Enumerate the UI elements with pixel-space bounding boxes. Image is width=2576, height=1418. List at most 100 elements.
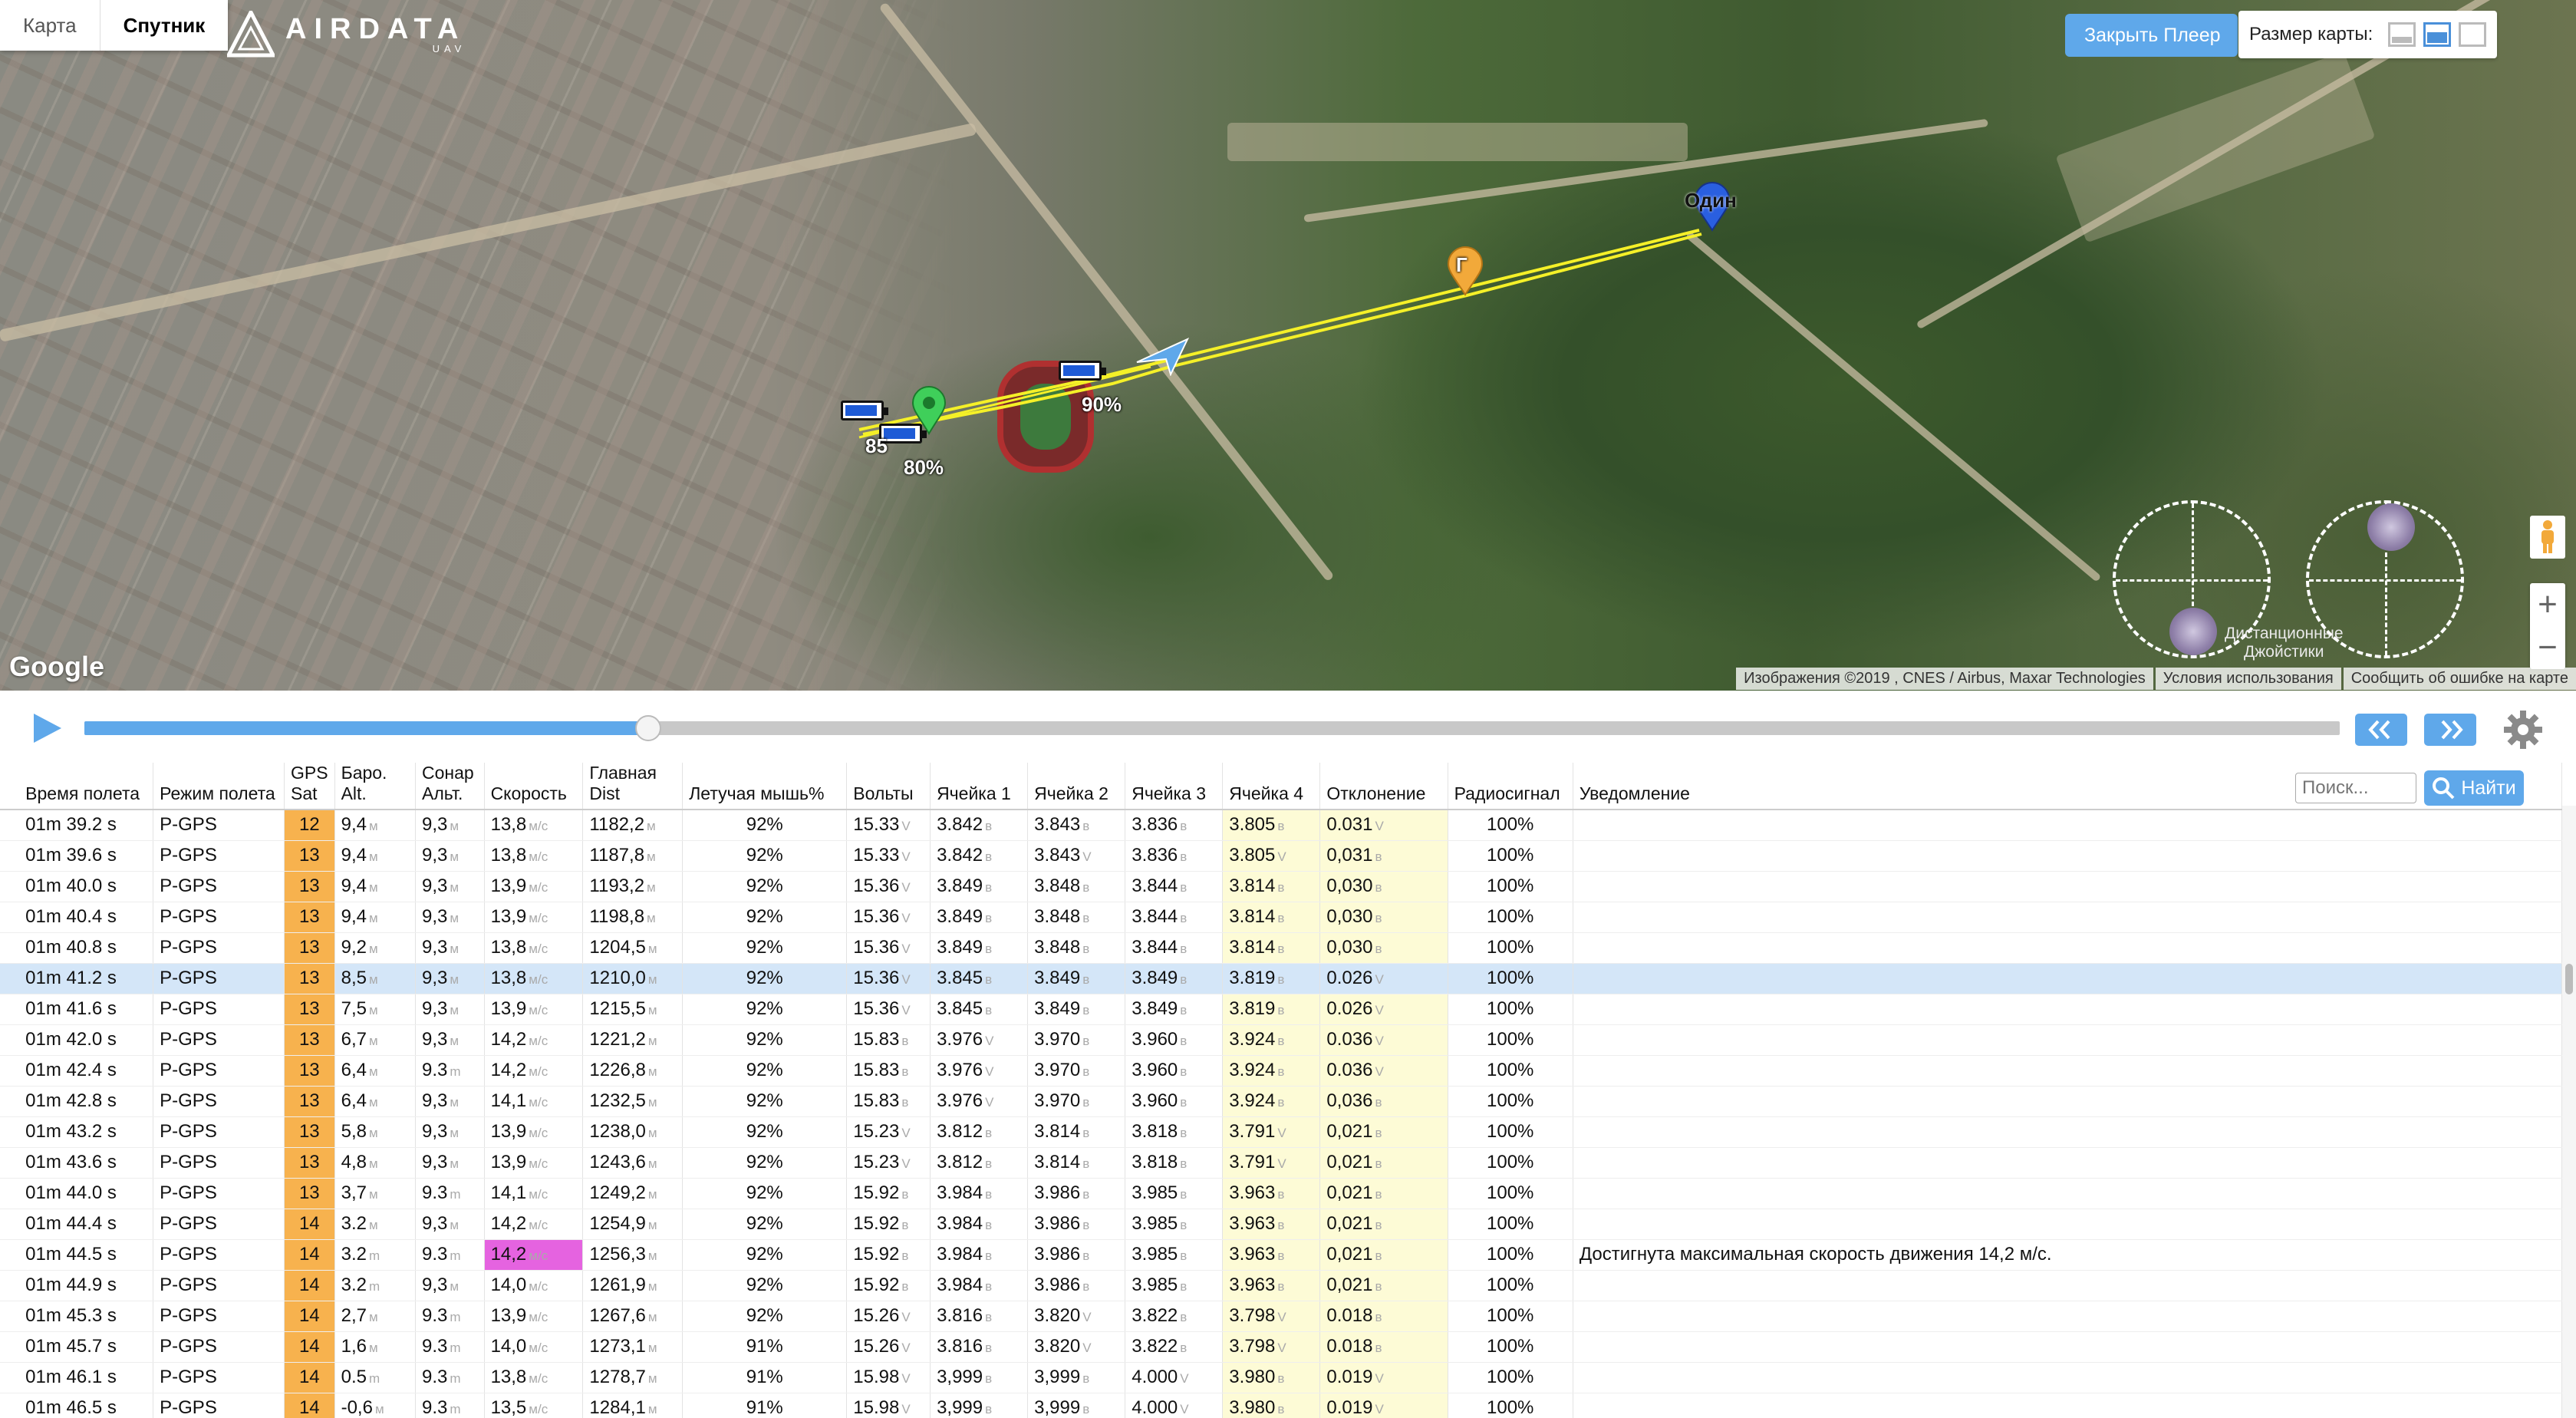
timeline-slider[interactable] [84, 715, 2340, 741]
cell-radio: 100% [1448, 1086, 1573, 1117]
map-type-satellite-button[interactable]: Спутник [99, 0, 229, 51]
table-row[interactable]: 01m 45.7 s P-GPS 14 1,6 м 9.3 m 14,0 м/с 1273,1 м 9… [0, 1331, 2562, 1363]
cell-dist: 1182,2 м [582, 810, 684, 841]
play-icon[interactable] [31, 712, 63, 744]
cell-time: 01m 40.8 s [19, 932, 154, 964]
gear-icon[interactable] [2502, 709, 2544, 750]
column-header-deviation[interactable]: Отклонение [1319, 763, 1448, 810]
cell-gps: 14 [284, 1331, 335, 1363]
map-size-small-icon[interactable] [2388, 22, 2416, 47]
table-row[interactable]: 01m 42.0 s P-GPS 13 6,7 м 9,3 м 14,2 м/с 1221,2 м 9… [0, 1024, 2562, 1056]
cell-dist: 1261,9 м [582, 1270, 684, 1301]
cell-volts: 15.92 в [846, 1270, 931, 1301]
column-header-cell3[interactable]: Ячейка 3 [1125, 763, 1224, 810]
cell-battery: 92% [682, 871, 848, 902]
logo-subtitle: UAV [432, 43, 466, 54]
table-scrollbar[interactable] [2562, 806, 2576, 1418]
report-error-link[interactable]: Сообщить об ошибке на карте [2343, 668, 2576, 690]
column-header-radio[interactable]: Радиосигнал [1448, 763, 1573, 810]
map-size-medium-icon[interactable] [2423, 22, 2452, 47]
table-row[interactable]: 01m 42.4 s P-GPS 13 6,4 м 9.3 m 14,2 м/с 1226,8 м 9… [0, 1055, 2562, 1087]
cell-baro: 3.2 m [334, 1239, 417, 1271]
table-row[interactable]: 01m 44.4 s P-GPS 14 3.2 м 9,3 м 14,2 м/с 1254,9 м 9… [0, 1209, 2562, 1240]
column-header-cell4[interactable]: Ячейка 4 [1222, 763, 1321, 810]
table-row[interactable]: 01m 40.8 s P-GPS 13 9,2 м 9,3 м 13,8 м/с 1204,5 м 9… [0, 932, 2562, 964]
column-header-dist[interactable]: Главная Dist [582, 763, 684, 810]
row-spacer [0, 1362, 20, 1393]
timeline-handle[interactable] [635, 715, 661, 741]
cell-speed: 14,1 м/с [484, 1178, 584, 1209]
cell-battery: 92% [682, 1178, 848, 1209]
search-input[interactable] [2295, 773, 2416, 803]
cell-baro: 5,8 м [334, 1116, 417, 1148]
close-player-button[interactable]: Закрыть Плеер [2065, 14, 2238, 57]
cell-baro: 7,5 м [334, 994, 417, 1025]
cell-deviation: 0,030 в [1319, 932, 1448, 964]
table-row[interactable]: 01m 39.6 s P-GPS 13 9,4 м 9,3 м 13,8 м/с 1187,8 м 9… [0, 840, 2562, 872]
cell-baro: 6,4 м [334, 1055, 417, 1087]
column-header-battery[interactable]: Летучая мышь% [682, 763, 848, 810]
table-row[interactable]: 01m 45.3 s P-GPS 14 2,7 м 9.3 m 13,9 м/с 1267,6 м 9… [0, 1301, 2562, 1332]
cell-cell1: 3.849 в [930, 902, 1029, 933]
column-header-sonar[interactable]: Сонар Альт. [415, 763, 485, 810]
table-row[interactable]: 01m 42.8 s P-GPS 13 6,4 м 9,3 м 14,1 м/с 1232,5 м 9… [0, 1086, 2562, 1117]
rewind-button[interactable] [2355, 714, 2407, 746]
column-header-cell2[interactable]: Ячейка 2 [1027, 763, 1126, 810]
zoom-in-button[interactable]: + [2530, 583, 2565, 626]
column-header-cell1[interactable]: Ячейка 1 [930, 763, 1029, 810]
cell-radio: 100% [1448, 1147, 1573, 1179]
cell-cell4: 3.980 в [1222, 1393, 1321, 1418]
cell-volts: 15.83 в [846, 1024, 931, 1056]
table-row[interactable]: 01m 44.5 s P-GPS 14 3.2 m 9.3 m 14,2 м/с 1256,3 м 9… [0, 1239, 2562, 1271]
table-row[interactable]: 01m 46.1 s P-GPS 14 0.5 m 9.3 m 13,8 м/с 1278,7 м 9… [0, 1362, 2562, 1393]
cell-notification [1573, 1331, 2562, 1363]
cell-cell2: 3.848 в [1027, 902, 1126, 933]
search-button[interactable]: Найти [2424, 770, 2524, 806]
search-icon [2433, 777, 2455, 800]
table-row[interactable]: 01m 43.6 s P-GPS 13 4,8 м 9,3 м 13,9 м/с 1243,6 м 9… [0, 1147, 2562, 1179]
cell-time: 01m 43.2 s [19, 1116, 154, 1148]
terms-link[interactable]: Условия использования [2155, 668, 2341, 690]
table-row[interactable]: 01m 46.5 s P-GPS 14 -0,6 м 9.3 m 13,5 м/с 1284,1 м… [0, 1393, 2562, 1418]
cell-notification [1573, 1393, 2562, 1418]
cell-mode: P-GPS [153, 1270, 285, 1301]
cell-mode: P-GPS [153, 1147, 285, 1179]
cell-baro: 3.2 м [334, 1209, 417, 1240]
street-view-pegman-icon[interactable] [2530, 516, 2565, 559]
table-row[interactable]: 01m 39.2 s P-GPS 12 9,4 м 9,3 м 13,8 м/с 1182,2 м 9… [0, 810, 2562, 841]
table-row[interactable]: 01m 44.0 s P-GPS 13 3,7 м 9.3 m 14,1 м/с 1249,2 м 9… [0, 1178, 2562, 1209]
column-header-volts[interactable]: Вольты [846, 763, 931, 810]
cell-cell1: 3.849 в [930, 871, 1029, 902]
column-header-gps[interactable]: GPS Sat [284, 763, 335, 810]
cell-battery: 92% [682, 1301, 848, 1332]
table-row[interactable]: 01m 43.2 s P-GPS 13 5,8 м 9,3 м 13,9 м/с 1238,0 м 9… [0, 1116, 2562, 1148]
fast-forward-button[interactable] [2424, 714, 2476, 746]
satellite-map[interactable]: Г Один 85 80% 90% Карта Спутник AIRDATA … [0, 0, 2576, 691]
table-row[interactable]: 01m 40.4 s P-GPS 13 9,4 м 9,3 м 13,9 м/с 1198,8 м 9… [0, 902, 2562, 933]
search-button-label: Найти [2461, 777, 2516, 799]
cell-notification [1573, 902, 2562, 933]
cell-mode: P-GPS [153, 1055, 285, 1087]
zoom-out-button[interactable]: − [2530, 626, 2565, 669]
column-header-mode[interactable]: Режим полета [153, 763, 285, 810]
cell-radio: 100% [1448, 1331, 1573, 1363]
cell-sonar: 9.3 m [415, 1178, 485, 1209]
cell-cell4: 3.963 в [1222, 1209, 1321, 1240]
table-row[interactable]: 01m 41.2 s P-GPS 13 8,5 м 9,3 м 13,8 м/с 1210,0 м 9… [0, 963, 2562, 994]
table-row[interactable]: 01m 44.9 s P-GPS 14 3.2 m 9,3 м 14,0 м/с 1261,9 м 9… [0, 1270, 2562, 1301]
table-row[interactable]: 01m 41.6 s P-GPS 13 7,5 м 9,3 м 13,9 м/с 1215,5 м 9… [0, 994, 2562, 1025]
column-header-baro[interactable]: Баро. Alt. [334, 763, 417, 810]
table-row[interactable]: 01m 40.0 s P-GPS 13 9,4 м 9,3 м 13,9 м/с 1193,2 м 9… [0, 871, 2562, 902]
table-scrollbar-thumb[interactable] [2565, 964, 2573, 994]
map-size-control: Размер карты: [2238, 11, 2498, 58]
map-type-map-button[interactable]: Карта [0, 0, 100, 51]
cell-cell1: 3.984 в [930, 1239, 1029, 1271]
cell-radio: 100% [1448, 1024, 1573, 1056]
cell-battery: 92% [682, 902, 848, 933]
map-size-large-icon[interactable] [2459, 22, 2487, 47]
cell-radio: 100% [1448, 871, 1573, 902]
column-header-speed[interactable]: Скорость [484, 763, 584, 810]
cell-cell4: 3.814 в [1222, 902, 1321, 933]
column-header-time[interactable]: Время полета [19, 763, 154, 810]
cell-cell1: 3.812 в [930, 1116, 1029, 1148]
